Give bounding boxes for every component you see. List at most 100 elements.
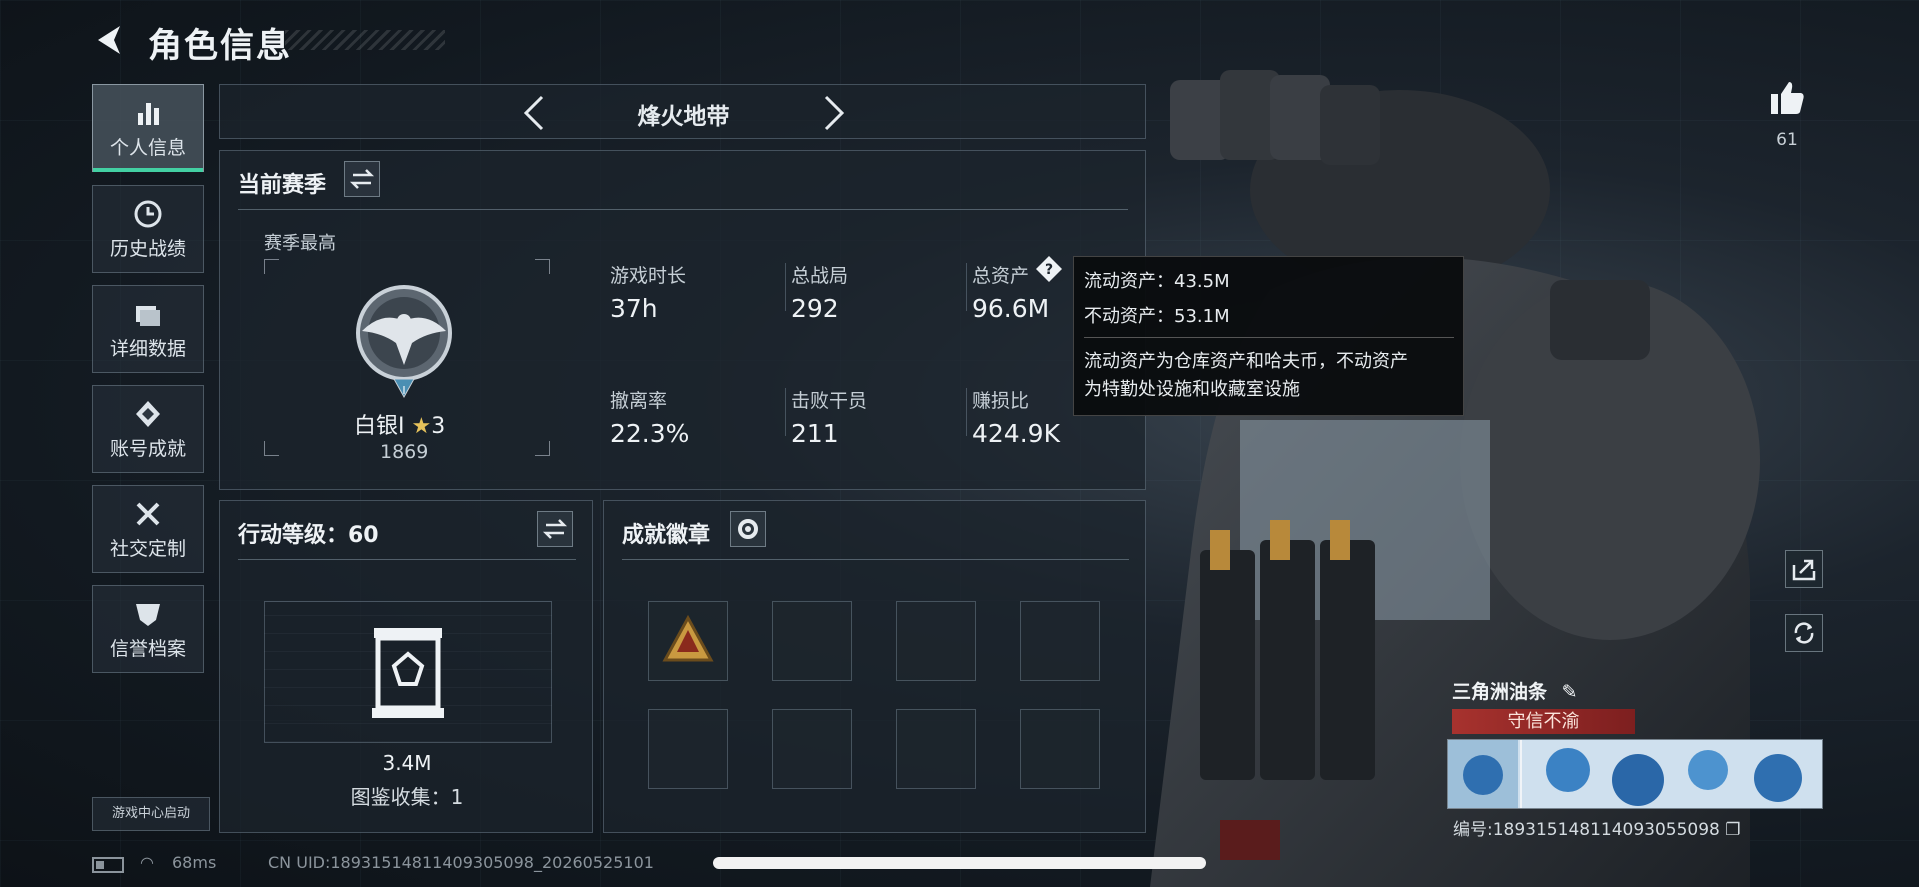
title-decoration bbox=[285, 30, 445, 50]
action-level-panel: 行动等级：60 3.4M 图鉴收集：1 bbox=[219, 500, 593, 833]
game-center-launch[interactable]: 游戏中心启动 bbox=[92, 797, 210, 831]
edit-icon[interactable]: ✎ bbox=[1562, 681, 1578, 703]
rank-stars: 3 bbox=[431, 414, 446, 439]
divider bbox=[966, 388, 967, 436]
gear-icon bbox=[738, 519, 758, 539]
share-button[interactable] bbox=[1785, 550, 1823, 588]
badge-settings-button[interactable] bbox=[730, 511, 766, 547]
achievement-badges-panel: 成就徽章 bbox=[603, 500, 1146, 833]
badge-slot[interactable] bbox=[1020, 709, 1100, 789]
swap-level-button[interactable] bbox=[537, 511, 573, 547]
badge-slot[interactable] bbox=[648, 709, 728, 789]
collection-count: 图鉴收集：1 bbox=[350, 785, 464, 809]
thumbs-up-icon[interactable] bbox=[1767, 78, 1807, 118]
collection-frame bbox=[264, 601, 552, 743]
question-icon: ? bbox=[1036, 256, 1062, 282]
divider bbox=[785, 263, 786, 311]
sidebar-item-achievements[interactable]: 账号成就 bbox=[92, 385, 204, 473]
stat-value: 211 bbox=[791, 419, 839, 448]
badge-slot[interactable] bbox=[772, 709, 852, 789]
stat-value: 96.6M bbox=[972, 294, 1050, 323]
player-id-text: 编号:1893151481140930550​98 bbox=[1453, 820, 1720, 840]
like-count: 61 bbox=[1776, 130, 1798, 150]
clock-icon bbox=[134, 200, 162, 228]
home-indicator[interactable] bbox=[713, 857, 1206, 869]
sidebar-item-label: 账号成就 bbox=[109, 438, 186, 460]
mode-selector: 烽火地带 bbox=[219, 84, 1146, 139]
share-icon bbox=[1792, 559, 1816, 581]
badge-slot[interactable] bbox=[772, 601, 852, 681]
sidebar-item-personal-info[interactable]: 个人信息 bbox=[92, 84, 204, 172]
swap-season-button[interactable] bbox=[344, 161, 380, 197]
svg-text:I: I bbox=[402, 384, 405, 397]
divider bbox=[238, 209, 1128, 210]
stat-value: 292 bbox=[791, 294, 839, 323]
badge-triangle-icon bbox=[662, 614, 714, 662]
season-best-label: 赛季最高 bbox=[264, 233, 336, 254]
sidebar-item-detailed-data[interactable]: 详细数据 bbox=[92, 285, 204, 373]
rank-name-text: 白银I bbox=[354, 414, 405, 439]
refresh-icon bbox=[1794, 622, 1814, 644]
bar-chart-icon bbox=[138, 103, 159, 125]
frame-corner bbox=[535, 259, 550, 274]
wifi-icon: ◠ bbox=[140, 853, 154, 872]
season-title: 当前赛季 bbox=[238, 173, 327, 198]
divider bbox=[238, 559, 576, 560]
chevron-right-icon[interactable] bbox=[820, 93, 848, 133]
player-name: 三角洲油条 ✎ bbox=[1452, 677, 1578, 704]
stat-value: 22.3% bbox=[610, 419, 690, 448]
stat-label: 总资产 bbox=[972, 265, 1030, 287]
rank-name: 白银I ★3 bbox=[354, 408, 445, 440]
ping: 68ms bbox=[172, 853, 217, 872]
battery-icon bbox=[92, 857, 124, 873]
sidebar-item-label: 历史战绩 bbox=[109, 238, 186, 260]
divider bbox=[1084, 337, 1454, 338]
help-icon[interactable]: ? bbox=[1035, 255, 1063, 283]
sidebar-item-history[interactable]: 历史战绩 bbox=[92, 185, 204, 273]
badge-slot[interactable] bbox=[896, 601, 976, 681]
tooltip-description: 为特勤处设施和收藏室设施 bbox=[1084, 379, 1300, 400]
badge-slot[interactable] bbox=[648, 601, 728, 681]
badge-slot[interactable] bbox=[1020, 601, 1100, 681]
player-name-text: 三角洲油条 bbox=[1452, 681, 1548, 703]
badge-slot[interactable] bbox=[896, 709, 976, 789]
player-title: 守信不渝 bbox=[1507, 711, 1580, 732]
stat-label: 撤离率 bbox=[610, 390, 668, 412]
folder-icon bbox=[136, 306, 160, 326]
rank-score: 1869 bbox=[380, 441, 429, 463]
sidebar-item-label: 个人信息 bbox=[109, 137, 186, 159]
swap-icon bbox=[542, 519, 568, 539]
sidebar-item-social[interactable]: 社交定制 bbox=[92, 485, 204, 573]
tooltip-liquid-assets: 流动资产：43.5M bbox=[1084, 271, 1230, 292]
collection-value: 3.4M bbox=[382, 751, 432, 775]
sidebar-item-label: 详细数据 bbox=[109, 338, 186, 360]
refresh-button[interactable] bbox=[1785, 614, 1823, 652]
divider bbox=[966, 263, 967, 311]
back-arrow-icon[interactable] bbox=[92, 22, 128, 58]
stat-value: 424.9K bbox=[972, 419, 1060, 448]
stat-label: 击败干员 bbox=[791, 390, 868, 412]
season-panel: 当前赛季 赛季最高 I 白银I ★3 1869 游戏时长 37h 总战局 292… bbox=[219, 150, 1146, 490]
swap-icon bbox=[349, 169, 375, 189]
rank-eagle-icon: I bbox=[356, 285, 452, 399]
copy-icon[interactable]: ❐ bbox=[1725, 820, 1740, 840]
star-icon: ★ bbox=[411, 414, 432, 439]
stat-label: 游戏时长 bbox=[610, 265, 687, 287]
player-card[interactable] bbox=[1447, 739, 1823, 809]
shield-icon bbox=[136, 604, 160, 626]
mode-label: 烽火地带 bbox=[637, 104, 730, 130]
sidebar-item-credit[interactable]: 信誉档案 bbox=[92, 585, 204, 673]
player-title-banner: 守信不渝 bbox=[1452, 709, 1635, 734]
tools-icon bbox=[136, 502, 160, 526]
frame-corner bbox=[264, 259, 279, 274]
stat-value: 37h bbox=[610, 294, 658, 323]
achievement-icon bbox=[136, 401, 160, 427]
sidebar-item-label: 社交定制 bbox=[109, 538, 186, 560]
battery-level bbox=[96, 861, 104, 869]
floral-card-art bbox=[1448, 740, 1822, 808]
divider bbox=[622, 559, 1129, 560]
stat-label: 赚损比 bbox=[972, 390, 1030, 412]
stat-label: 总战局 bbox=[791, 265, 849, 287]
collection-case-icon bbox=[372, 628, 444, 718]
badges-title: 成就徽章 bbox=[622, 523, 711, 548]
